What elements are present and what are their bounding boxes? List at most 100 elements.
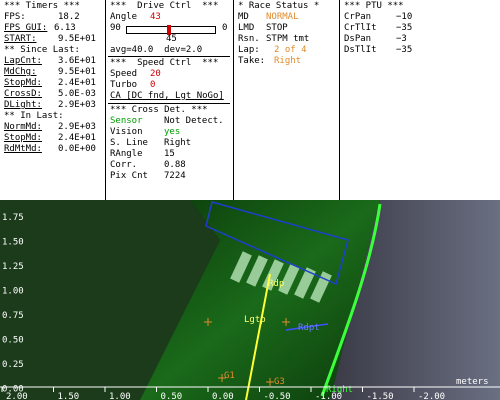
y-tick-label: 0.75	[2, 311, 24, 321]
sline-value: Right	[164, 138, 192, 148]
turbo-value: 0	[150, 80, 156, 90]
divider	[108, 103, 230, 104]
ptu-title: *** PTU ***	[344, 1, 404, 11]
dspan-value: −3	[396, 34, 407, 44]
x-tick-label: -2.00	[418, 392, 445, 400]
avg-dev-text: avg=40.0 dev=2.0	[110, 45, 203, 55]
slider-min-label: 90	[110, 23, 121, 33]
x-tick-label: -0.50	[264, 392, 291, 400]
drive-column: *** Drive Ctrl *** Angle 43 90 0 45 avg=40…	[106, 0, 232, 200]
stopmd-value: 2.4E+01	[58, 78, 96, 88]
lgtp-label: Lgtp	[244, 315, 266, 325]
lap-label: Lap:	[238, 45, 260, 55]
sensor-label: Sensor	[110, 116, 143, 126]
lapcnt-label[interactable]: LapCnt:	[4, 56, 42, 66]
x-tick-label: 0.00	[212, 392, 234, 400]
rsn-value: STPM tmt	[266, 34, 310, 44]
stopmd2-value: 2.4E+01	[58, 133, 96, 143]
stopmd2-label[interactable]: StopMd:	[4, 133, 42, 143]
pixcnt-value: 7224	[164, 171, 186, 181]
x-tick-label: 1.50	[58, 392, 80, 400]
y-tick-label: 0.50	[2, 336, 24, 346]
rsn-label: Rsn.	[238, 34, 260, 44]
x-tick-label: 0.50	[161, 392, 183, 400]
dlight-label[interactable]: DLight:	[4, 100, 42, 110]
cross-det-title: *** Cross Det. ***	[110, 105, 208, 115]
x-tick-label: 1.00	[109, 392, 131, 400]
camera-overlay: Rdp Lgtp Rdpt G1 G3 Right 1.751.501.251.…	[0, 200, 500, 400]
crtilt-label: CrTlIt	[344, 23, 377, 33]
race-column: * Race Status * MD NORMAL LMD STOP Rsn. STP…	[234, 0, 338, 200]
vision-label: Vision	[110, 127, 143, 137]
sensor-value: Not Detect.	[164, 116, 224, 126]
timers-title: *** Timers ***	[4, 1, 80, 11]
crossd-value: 5.0E-03	[58, 89, 96, 99]
fps-gui-label[interactable]: FPS_GUI:	[4, 23, 47, 33]
y-tick-label: 0.25	[2, 360, 24, 370]
normmd-value: 2.9E+03	[58, 122, 96, 132]
drive-title: *** Drive Ctrl ***	[110, 1, 219, 11]
y-tick-label: 1.00	[2, 287, 24, 297]
lapcnt-value: 3.6E+01	[58, 56, 96, 66]
sline-label: S. Line	[110, 138, 148, 148]
x-tick-label: -1.00	[315, 392, 342, 400]
vision-value: yes	[164, 127, 181, 137]
dstilt-value: −35	[396, 45, 413, 55]
telemetry-panel: *** Timers *** FPS: 18.2 FPS_GUI: 6.13 STA…	[0, 0, 500, 200]
corr-value: 0.88	[164, 160, 186, 170]
lap-value: 2 of 4	[274, 45, 307, 55]
crpan-value: −10	[396, 12, 413, 22]
rangle-label: RAngle	[110, 149, 143, 159]
rdmtmd-value: 0.0E+00	[58, 144, 96, 154]
in-last-title: ** In Last:	[4, 111, 64, 121]
ca-status[interactable]: CA [DC fnd, Lgt NoGo]	[110, 91, 224, 101]
start-value: 9.5E+01	[58, 34, 96, 44]
y-tick-label: 1.50	[2, 238, 24, 248]
corr-label: Corr.	[110, 160, 138, 170]
md-label: MD	[238, 12, 249, 22]
normmd-label[interactable]: NormMd:	[4, 122, 42, 132]
since-last-title: ** Since Last:	[4, 45, 80, 55]
fps-label: FPS:	[4, 12, 26, 22]
dstilt-label: DsTlIt	[344, 45, 377, 55]
angle-label: Angle	[110, 12, 138, 22]
speed-title: *** Speed Ctrl ***	[110, 58, 219, 68]
fps-value: 18.2	[58, 12, 80, 22]
y-tick-label: 1.75	[2, 213, 24, 223]
g3-label: G3	[274, 377, 285, 387]
crpan-label: CrPan	[344, 12, 372, 22]
divider	[108, 56, 230, 57]
speed-value: 20	[150, 69, 161, 79]
md-value: NORMAL	[266, 12, 299, 22]
rangle-value: 15	[164, 149, 175, 159]
rdpt-label: Rdpt	[298, 323, 320, 333]
rdmtmd-label[interactable]: RdMtMd:	[4, 144, 42, 154]
slider-current: 45	[166, 34, 177, 44]
fps-gui-value: 6.13	[54, 23, 76, 33]
angle-slider[interactable]	[126, 25, 216, 35]
y-tick-label: 1.25	[2, 262, 24, 272]
timers-column: *** Timers *** FPS: 18.2 FPS_GUI: 6.13 STA…	[0, 0, 104, 200]
race-title: * Race Status *	[238, 1, 320, 11]
lmd-label: LMD	[238, 23, 255, 33]
crtilt-value: −35	[396, 23, 413, 33]
take-value: Right	[274, 56, 302, 66]
start-label[interactable]: START:	[4, 34, 37, 44]
mdchg-value: 9.5E+01	[58, 67, 96, 77]
stopmd-label[interactable]: StopMd:	[4, 78, 42, 88]
dspan-label: DsPan	[344, 34, 372, 44]
angle-value: 43	[150, 12, 161, 22]
take-label: Take:	[238, 56, 266, 66]
rdp-label: Rdp	[268, 279, 284, 289]
units-label: meters	[456, 377, 489, 387]
dlight-value: 2.9E+03	[58, 100, 96, 110]
camera-view[interactable]: Rdp Lgtp Rdpt G1 G3 Right 1.75 1.50 1.25 1.…	[0, 200, 500, 400]
g1-label: G1	[224, 371, 235, 381]
x-tick-label: -1.50	[367, 392, 394, 400]
x-tick-label: 2.00	[6, 392, 28, 400]
ptu-column: *** PTU *** CrPan −10 CrTlIt −35 DsPan −3 D…	[340, 0, 500, 200]
crossd-label[interactable]: CrossD:	[4, 89, 42, 99]
mdchg-label[interactable]: MdChg:	[4, 67, 37, 77]
slider-max-label: 0	[222, 23, 228, 33]
speed-label: Speed	[110, 69, 138, 79]
